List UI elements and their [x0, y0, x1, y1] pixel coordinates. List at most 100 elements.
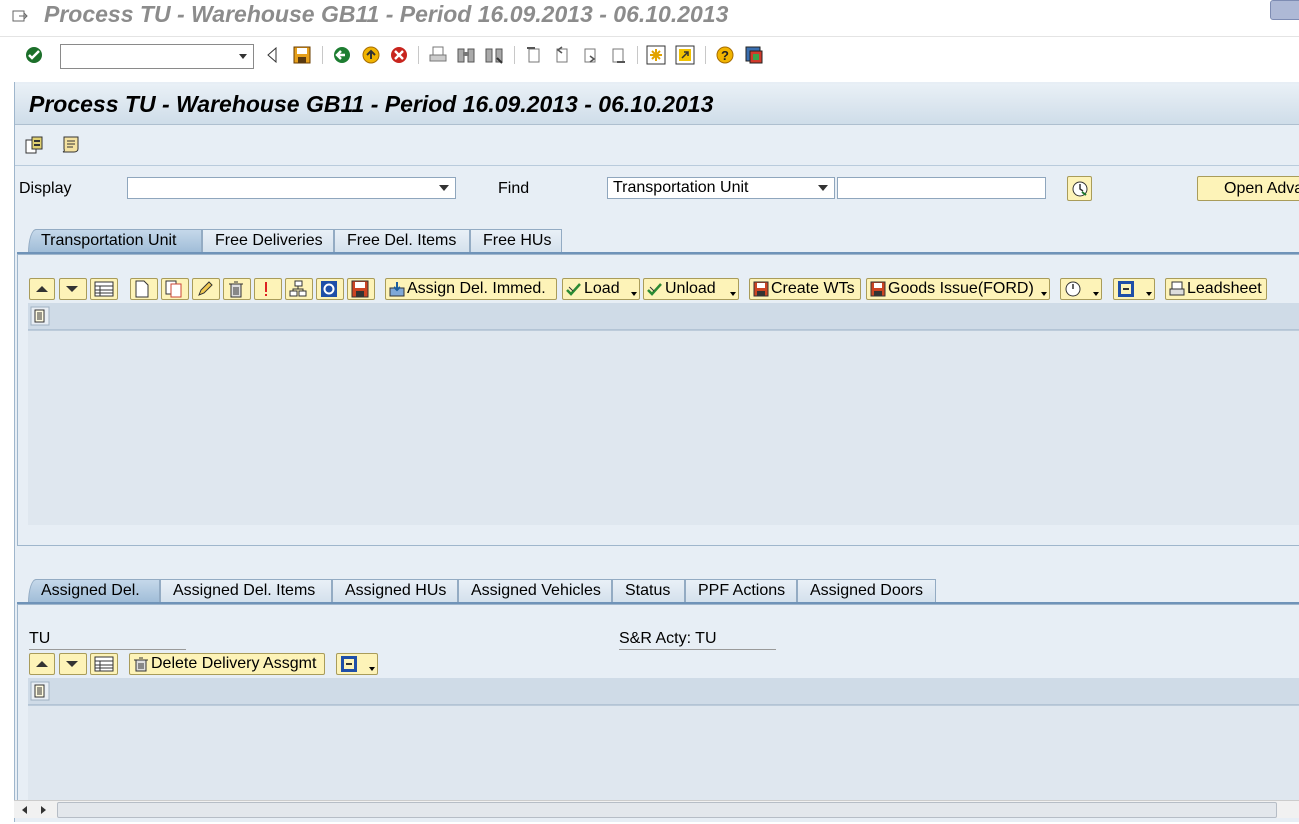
- scroll-log-icon[interactable]: [60, 134, 82, 154]
- deliveries-grid: [28, 705, 1299, 800]
- dropdown-arrow-icon[interactable]: [730, 292, 736, 296]
- dropdown-arrow-icon[interactable]: [369, 667, 375, 671]
- tab-free-del-items[interactable]: Free Del. Items: [334, 229, 470, 253]
- customize-layout-icon[interactable]: [744, 45, 764, 65]
- select-all-icon[interactable]: [30, 681, 50, 701]
- window-control-button[interactable]: [1270, 0, 1299, 20]
- tab-free-hus[interactable]: Free HUs: [470, 229, 562, 253]
- find-next-icon[interactable]: [484, 45, 504, 65]
- assign-del-immed-button[interactable]: Assign Del. Immed.: [385, 278, 557, 300]
- enter-icon[interactable]: [24, 45, 44, 65]
- unload-button[interactable]: Unload: [643, 278, 739, 300]
- dropdown-arrow-icon[interactable]: [1093, 292, 1099, 296]
- goods-issue-button[interactable]: Goods Issue(FORD): [866, 278, 1050, 300]
- command-field[interactable]: [60, 44, 254, 69]
- export-menu-button[interactable]: [336, 653, 378, 675]
- first-page-icon[interactable]: [524, 45, 544, 65]
- execute-find-button[interactable]: [1067, 176, 1092, 201]
- other-object-icon[interactable]: [24, 135, 44, 155]
- export-icon: [341, 656, 357, 672]
- export-menu-button[interactable]: [1113, 278, 1155, 300]
- tab-assigned-hus[interactable]: Assigned HUs: [332, 579, 458, 603]
- tab-assigned-vehicles[interactable]: Assigned Vehicles: [458, 579, 612, 603]
- alert-button[interactable]: [254, 278, 282, 300]
- select-all-icon[interactable]: [30, 306, 50, 326]
- shortcut-icon[interactable]: [675, 45, 695, 65]
- triangle-up-icon: [36, 286, 48, 292]
- chevron-down-icon[interactable]: [239, 54, 247, 59]
- refresh-button[interactable]: [316, 278, 344, 300]
- dropdown-arrow-icon[interactable]: [1041, 292, 1047, 296]
- layout-button[interactable]: [90, 278, 118, 300]
- new-session-icon[interactable]: [646, 45, 666, 65]
- load-button[interactable]: Load: [562, 278, 640, 300]
- change-button[interactable]: [192, 278, 220, 300]
- exit-icon[interactable]: [361, 45, 381, 65]
- application-toolbar: [15, 126, 1299, 166]
- tab-assigned-del-items[interactable]: Assigned Del. Items: [160, 579, 332, 603]
- sort-ascending-button[interactable]: [29, 278, 55, 300]
- tu-grid-header: [28, 303, 1299, 330]
- svg-text:?: ?: [721, 48, 729, 63]
- print-icon[interactable]: [428, 45, 448, 65]
- save-icon[interactable]: [292, 45, 312, 65]
- leadsheet-button[interactable]: Leadsheet: [1165, 278, 1267, 300]
- open-advanced-button[interactable]: Open Adva: [1197, 176, 1299, 201]
- top-tabstrip: Transportation Unit Free Deliveries Free…: [28, 229, 1298, 253]
- exclamation-icon: [265, 282, 267, 296]
- find-input[interactable]: [837, 177, 1046, 199]
- chevron-down-icon[interactable]: [439, 185, 449, 191]
- screen-title-bar: Process TU - Warehouse GB11 - Period 16.…: [15, 84, 1299, 125]
- dropdown-arrow-icon[interactable]: [1146, 292, 1152, 296]
- layout-button[interactable]: [90, 653, 118, 675]
- find-type-dropdown[interactable]: Transportation Unit: [607, 177, 835, 199]
- sr-underline: [619, 649, 776, 650]
- copy-button[interactable]: [161, 278, 189, 300]
- last-page-icon[interactable]: [608, 45, 628, 65]
- status-menu-button[interactable]: [1060, 278, 1102, 300]
- hierarchy-button[interactable]: [285, 278, 313, 300]
- tab-assigned-del[interactable]: Assigned Del.: [28, 579, 160, 603]
- create-button[interactable]: [130, 278, 158, 300]
- tu-grid: [28, 330, 1299, 525]
- next-page-icon[interactable]: [580, 45, 600, 65]
- sort-descending-button[interactable]: [59, 278, 87, 300]
- window-title: Process TU - Warehouse GB11 - Period 16.…: [44, 1, 729, 27]
- scroll-thumb[interactable]: [57, 802, 1277, 818]
- display-dropdown[interactable]: [127, 177, 456, 199]
- scroll-left-icon[interactable]: [20, 805, 28, 815]
- scroll-right-icon[interactable]: [40, 805, 48, 815]
- trash-icon: [134, 657, 148, 672]
- save-icon: [753, 281, 769, 297]
- dropdown-arrow-icon[interactable]: [631, 292, 637, 296]
- back-nav-icon[interactable]: [262, 45, 282, 65]
- cancel-icon[interactable]: [389, 45, 409, 65]
- tab-transportation-unit[interactable]: Transportation Unit: [28, 229, 202, 253]
- window-menu-icon[interactable]: [12, 9, 28, 23]
- sort-ascending-button[interactable]: [29, 653, 55, 675]
- tab-assigned-doors[interactable]: Assigned Doors: [797, 579, 936, 603]
- sr-acty-label: S&R Acty: TU: [619, 630, 717, 647]
- help-icon[interactable]: ?: [715, 45, 735, 65]
- prev-page-icon[interactable]: [552, 45, 572, 65]
- horizontal-scrollbar[interactable]: [14, 800, 1299, 818]
- clock-execute-icon: [1072, 181, 1088, 197]
- chevron-down-icon[interactable]: [818, 185, 828, 191]
- tab-status[interactable]: Status: [612, 579, 685, 603]
- tab-ppf-actions[interactable]: PPF Actions: [685, 579, 797, 603]
- save-list-button[interactable]: [347, 278, 375, 300]
- delete-delivery-assgmt-button[interactable]: Delete Delivery Assgmt: [129, 653, 325, 675]
- tu-label: TU: [29, 630, 51, 647]
- sort-descending-button[interactable]: [59, 653, 87, 675]
- new-doc-icon: [135, 280, 149, 298]
- layout-icon: [94, 656, 114, 672]
- tab-free-deliveries[interactable]: Free Deliveries: [202, 229, 334, 253]
- triangle-down-icon: [66, 661, 78, 667]
- find-icon[interactable]: [456, 45, 476, 65]
- save-icon: [870, 281, 886, 297]
- create-wts-button[interactable]: Create WTs: [749, 278, 861, 300]
- find-label: Find: [498, 180, 530, 197]
- check-load-icon: [566, 283, 581, 296]
- delete-button[interactable]: [223, 278, 251, 300]
- back-icon[interactable]: [332, 45, 352, 65]
